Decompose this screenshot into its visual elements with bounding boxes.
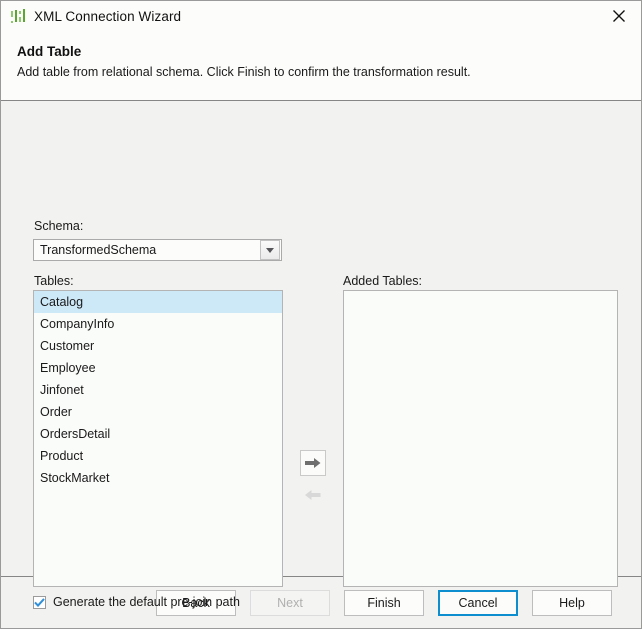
schema-label: Schema: [34,219,84,233]
dialog-body: Schema: TransformedSchema Tables: Added … [1,101,641,609]
tables-label: Tables: [34,274,74,288]
close-button[interactable] [597,1,641,31]
remove-table-button[interactable] [300,482,326,508]
add-table-button[interactable] [300,450,326,476]
added-tables-label: Added Tables: [343,274,422,288]
cancel-button[interactable]: Cancel [438,589,518,616]
page-description: Add table from relational schema. Click … [17,65,471,79]
chevron-down-icon [266,247,274,253]
prejoin-checkbox-row[interactable]: Generate the default pre-join path [33,595,240,609]
finish-button[interactable]: Finish [344,589,424,616]
list-item[interactable]: StockMarket [34,467,282,489]
list-item[interactable]: CompanyInfo [34,313,282,335]
xml-connection-wizard-dialog: XML Connection Wizard Add Table Add tabl… [0,0,642,629]
list-item[interactable]: Product [34,445,282,467]
schema-dropdown-button[interactable] [260,240,280,260]
page-title: Add Table [17,44,82,59]
close-icon [613,10,625,22]
list-item[interactable]: Jinfonet [34,379,282,401]
list-item[interactable]: Order [34,401,282,423]
list-item[interactable]: Catalog [34,291,282,313]
prejoin-checkbox-label: Generate the default pre-join path [53,595,240,609]
arrow-left-icon [305,490,321,500]
bar-chart-icon [10,8,27,24]
wizard-header: Add Table Add table from relational sche… [1,31,641,101]
help-button[interactable]: Help [532,589,612,616]
schema-select[interactable]: TransformedSchema [33,239,282,261]
list-item[interactable]: Customer [34,335,282,357]
title-bar: XML Connection Wizard [1,1,641,31]
list-item[interactable]: OrdersDetail [34,423,282,445]
prejoin-checkbox[interactable] [33,595,46,609]
window-title: XML Connection Wizard [34,8,182,24]
next-button: Next [250,589,330,616]
added-tables-listbox[interactable] [343,290,618,587]
tables-listbox[interactable]: Catalog CompanyInfo Customer Employee Jinfon… [33,290,283,587]
arrow-right-icon [305,458,321,468]
list-item[interactable]: Employee [34,357,282,379]
check-icon [34,597,45,607]
schema-selected-value: TransformedSchema [40,243,157,257]
